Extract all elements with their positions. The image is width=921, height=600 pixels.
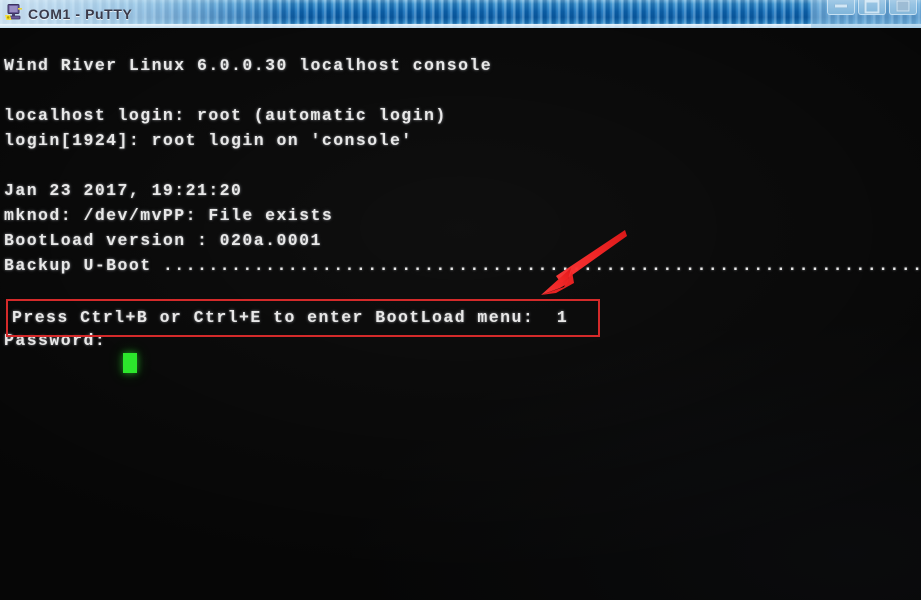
terminal-line-bootload-version: BootLoad version : 020a.0001 xyxy=(4,231,322,250)
terminal-line-login-pid: login[1924]: root login on 'console' xyxy=(4,131,413,150)
minimize-icon xyxy=(835,4,847,8)
window-titlebar[interactable]: COM1 - PuTTY xyxy=(0,0,921,28)
putty-icon xyxy=(5,4,22,20)
close-icon xyxy=(896,0,910,12)
window-title: COM1 - PuTTY xyxy=(28,6,133,22)
annotation-box-bootload-prompt: Press Ctrl+B or Ctrl+E to enter BootLoad… xyxy=(6,299,600,337)
terminal-line-backup-uboot: Backup U-Boot ..........................… xyxy=(4,256,921,275)
terminal-cursor xyxy=(123,353,137,373)
maximize-button[interactable] xyxy=(858,0,886,15)
terminal-line-login: localhost login: root (automatic login) xyxy=(4,106,447,125)
terminal-screen[interactable]: Wind River Linux 6.0.0.30 localhost cons… xyxy=(0,28,921,600)
putty-window: COM1 - PuTTY Wind River Linux 6.0.0.30 l… xyxy=(0,0,921,600)
minimize-button[interactable] xyxy=(827,0,855,15)
terminal-line-mknod: mknod: /dev/mvPP: File exists xyxy=(4,206,334,225)
close-button[interactable] xyxy=(889,0,917,15)
terminal-line-banner: Wind River Linux 6.0.0.30 localhost cons… xyxy=(4,56,493,75)
terminal-line-bootload-menu-prompt: Press Ctrl+B or Ctrl+E to enter BootLoad… xyxy=(12,308,569,327)
window-controls[interactable] xyxy=(827,0,917,15)
maximize-icon xyxy=(864,0,880,14)
terminal-line-timestamp: Jan 23 2017, 19:21:20 xyxy=(4,181,243,200)
